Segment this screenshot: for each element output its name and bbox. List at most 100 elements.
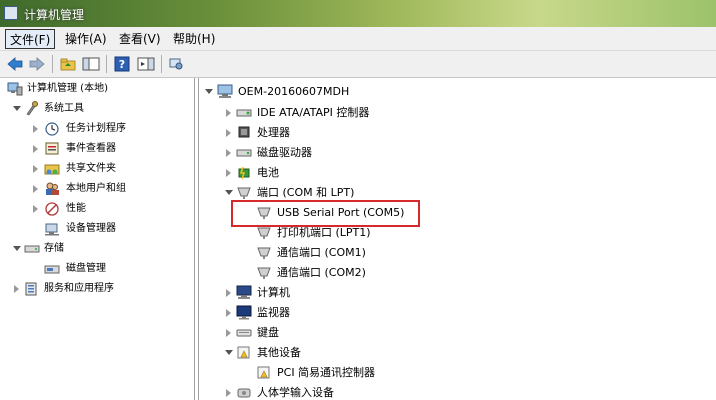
- tree-item-keyboard[interactable]: 键盘: [199, 323, 709, 342]
- unknown-device-icon: [256, 365, 272, 380]
- properties-icon[interactable]: [166, 55, 186, 73]
- task-scheduler-icon: [44, 121, 60, 136]
- computer-icon: [217, 84, 233, 99]
- device-tree-pane[interactable]: OEM-20160607MDH IDE ATA/ATAPI 控制器 处理器 磁盘…: [198, 78, 716, 400]
- tree-item-label: 电池: [257, 166, 279, 179]
- tree-item-monitor[interactable]: 监视器: [199, 303, 709, 322]
- tree-item-label: 键盘: [257, 326, 279, 339]
- expand-arrow-icon[interactable]: [226, 109, 231, 117]
- expand-arrow-icon[interactable]: [226, 129, 231, 137]
- tree-item-label: 事件查看器: [66, 143, 116, 154]
- expand-arrow-icon[interactable]: [205, 89, 213, 94]
- processor-icon: [236, 125, 252, 140]
- disk-drive-icon: [236, 145, 252, 160]
- expand-arrow-icon[interactable]: [226, 289, 231, 297]
- tree-item-label: 服务和应用程序: [44, 283, 114, 294]
- local-users-icon: [44, 181, 60, 196]
- tree-item-performance[interactable]: 性能: [0, 199, 194, 218]
- tree-item-task-scheduler[interactable]: 任务计划程序: [0, 119, 194, 138]
- help-icon[interactable]: ?: [112, 55, 132, 73]
- forward-arrow-icon[interactable]: [27, 55, 47, 73]
- device-manager-icon: [44, 221, 60, 236]
- title-bar: 计算机管理: [0, 0, 716, 27]
- toolbar-separator: [52, 55, 53, 73]
- console-tree-pane[interactable]: 计算机管理 (本地) 系统工具 任务计划程序 事件查看器 共享文件夹 本地用户和: [0, 78, 195, 400]
- tree-item-com1[interactable]: 通信端口 (COM1): [199, 243, 709, 262]
- menu-help[interactable]: 帮助(H): [169, 29, 219, 49]
- monitor-icon: [236, 305, 252, 320]
- toolbar-separator: [106, 55, 107, 73]
- tree-item-ide-controller[interactable]: IDE ATA/ATAPI 控制器: [199, 103, 709, 122]
- tree-item-computer-root[interactable]: OEM-20160607MDH: [199, 82, 709, 101]
- tree-item-label: 计算机: [257, 286, 290, 299]
- expand-arrow-icon[interactable]: [33, 185, 38, 193]
- action-pane-icon[interactable]: [136, 55, 156, 73]
- expand-arrow-icon[interactable]: [225, 350, 233, 355]
- tree-item-label: 本地用户和组: [66, 183, 126, 194]
- computer-icon: [236, 285, 252, 300]
- ide-controller-icon: [236, 105, 252, 120]
- computer-management-icon: [7, 81, 23, 96]
- toolbar-separator: [161, 55, 162, 73]
- tree-item-disk-management[interactable]: 磁盘管理: [0, 259, 194, 278]
- expand-arrow-icon[interactable]: [13, 246, 21, 251]
- keyboard-icon: [236, 325, 252, 340]
- tree-item-other-devices[interactable]: 其他设备: [199, 343, 709, 362]
- show-hide-tree-icon[interactable]: [81, 55, 101, 73]
- event-viewer-icon: [44, 141, 60, 156]
- tree-item-computer-management[interactable]: 计算机管理 (本地): [0, 79, 194, 98]
- port-icon: [256, 245, 272, 260]
- tree-item-disk-drive[interactable]: 磁盘驱动器: [199, 143, 709, 162]
- tree-item-label: 磁盘管理: [66, 263, 106, 274]
- tree-item-device-manager[interactable]: 设备管理器: [0, 219, 194, 238]
- expand-arrow-icon[interactable]: [33, 205, 38, 213]
- expand-arrow-icon[interactable]: [33, 165, 38, 173]
- expand-arrow-icon[interactable]: [226, 389, 231, 397]
- toolbar: ?: [0, 51, 716, 78]
- expand-arrow-icon[interactable]: [33, 125, 38, 133]
- expand-arrow-icon[interactable]: [14, 285, 19, 293]
- tree-item-label: OEM-20160607MDH: [238, 85, 350, 98]
- expand-arrow-icon[interactable]: [225, 190, 233, 195]
- menu-view[interactable]: 查看(V): [115, 29, 165, 49]
- expand-arrow-icon[interactable]: [226, 329, 231, 337]
- tree-item-pci-controller[interactable]: PCI 简易通讯控制器: [199, 363, 709, 382]
- back-arrow-icon[interactable]: [5, 55, 25, 73]
- app-icon: [4, 6, 18, 20]
- battery-icon: [236, 165, 252, 180]
- menu-file[interactable]: 文件(F): [5, 29, 56, 49]
- tree-item-label: 通信端口 (COM1): [277, 246, 366, 259]
- expand-arrow-icon[interactable]: [226, 169, 231, 177]
- window-title: 计算机管理: [24, 8, 85, 22]
- services-apps-icon: [24, 281, 40, 296]
- tree-item-label: 处理器: [257, 126, 290, 139]
- tree-item-shared-folders[interactable]: 共享文件夹: [0, 159, 194, 178]
- menu-action[interactable]: 操作(A): [61, 29, 111, 49]
- tree-item-event-viewer[interactable]: 事件查看器: [0, 139, 194, 158]
- tree-item-system-tools[interactable]: 系统工具: [0, 99, 194, 118]
- tree-item-computer[interactable]: 计算机: [199, 283, 709, 302]
- tree-item-com2[interactable]: 通信端口 (COM2): [199, 263, 709, 282]
- menu-bar: 文件(F) 操作(A) 查看(V) 帮助(H): [0, 27, 716, 51]
- port-icon: [236, 185, 252, 200]
- highlight-box: [231, 200, 420, 227]
- up-folder-icon[interactable]: [58, 55, 78, 73]
- expand-arrow-icon[interactable]: [33, 145, 38, 153]
- tree-item-hid[interactable]: 人体学输入设备: [199, 383, 709, 400]
- tree-item-label: 人体学输入设备: [257, 386, 334, 399]
- tree-item-services-apps[interactable]: 服务和应用程序: [0, 279, 194, 298]
- tree-item-local-users[interactable]: 本地用户和组: [0, 179, 194, 198]
- tree-item-label: IDE ATA/ATAPI 控制器: [257, 106, 370, 119]
- tree-item-label: 其他设备: [257, 346, 301, 359]
- tree-item-label: 通信端口 (COM2): [277, 266, 366, 279]
- shared-folders-icon: [44, 161, 60, 176]
- expand-arrow-icon[interactable]: [226, 149, 231, 157]
- expand-arrow-icon[interactable]: [13, 106, 21, 111]
- tree-item-storage[interactable]: 存储: [0, 239, 194, 258]
- tree-item-battery[interactable]: 电池: [199, 163, 709, 182]
- performance-icon: [44, 201, 60, 216]
- tree-item-label: 设备管理器: [66, 219, 116, 238]
- svg-text:?: ?: [119, 58, 125, 71]
- tree-item-processor[interactable]: 处理器: [199, 123, 709, 142]
- expand-arrow-icon[interactable]: [226, 309, 231, 317]
